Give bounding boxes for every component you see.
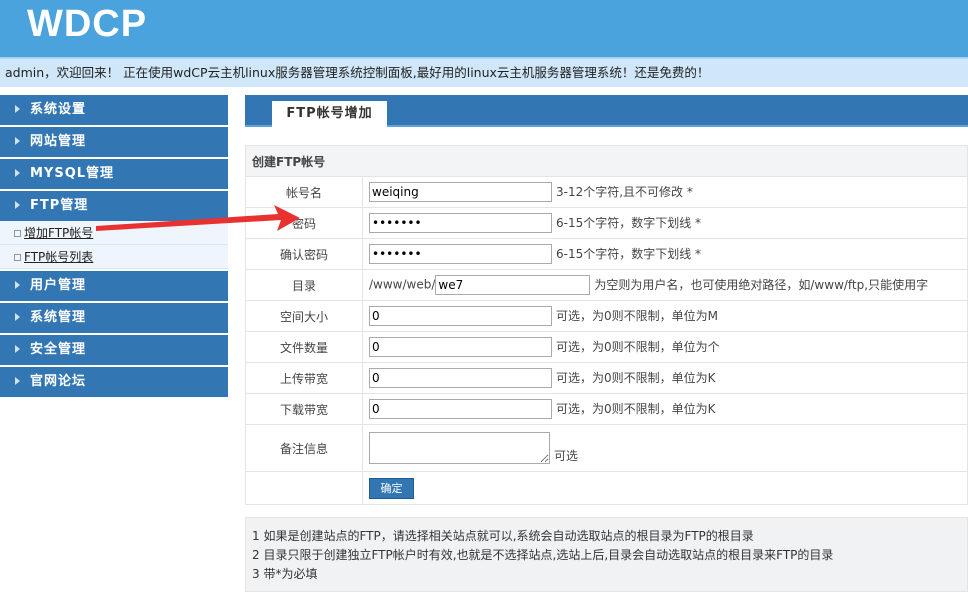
welcome-bar: admin，欢迎回来！ 正在使用wdCP云主机linux服务器管理系统控制面板,… xyxy=(0,57,968,87)
quota-hint: 可选，为0则不限制，单位为M xyxy=(556,308,718,323)
section-title: 创建FTP帐号 xyxy=(245,145,968,177)
submenu-ftp-list[interactable]: FTP帐号列表 xyxy=(0,245,228,269)
directory-input[interactable] xyxy=(435,275,591,295)
ftp-form: 创建FTP帐号 帐号名 3-12个字符,且不可修改 * 密码 6-15个字符，数字下… xyxy=(245,145,968,505)
submenu-add-ftp-link[interactable]: 增加FTP帐号 xyxy=(24,226,93,240)
submenu-add-ftp[interactable]: 增加FTP帐号 xyxy=(0,221,228,245)
menu-system-management[interactable]: 系统管理 xyxy=(0,303,228,333)
label-download-bandwidth: 下载带宽 xyxy=(245,393,363,425)
note-2: 2 目录只限于创建独立FTP帐户时有效,也就是不选择站点,选站上后,目录会自动选… xyxy=(252,548,834,562)
menu-ftp-management[interactable]: FTP管理 xyxy=(0,191,228,221)
download-bandwidth-input[interactable] xyxy=(369,399,552,419)
sidebar: 系统设置 网站管理 MYSQL管理 FTP管理 增加FTP帐号 FTP帐号列表 … xyxy=(0,95,228,399)
submenu-ftp-list-link[interactable]: FTP帐号列表 xyxy=(24,250,93,264)
remark-hint: 可选 xyxy=(554,449,579,463)
empty-cell xyxy=(245,471,363,505)
directory-hint: 为空则为用户名，也可使用绝对路径，如/www/ftp,只能使用字 xyxy=(594,277,929,292)
confirm-password-hint: 6-15个字符，数字下划线 * xyxy=(556,246,702,261)
logo: WDCP xyxy=(27,3,148,45)
remark-textarea[interactable] xyxy=(369,432,550,464)
label-remark: 备注信息 xyxy=(245,424,363,472)
upload-bandwidth-hint: 可选，为0则不限制，单位为K xyxy=(556,370,716,385)
note-1: 1 如果是创建站点的FTP，请选择相关站点就可以,系统会自动选取站点的根目录为F… xyxy=(252,529,754,543)
username-input[interactable] xyxy=(369,182,552,202)
menu-site-management[interactable]: 网站管理 xyxy=(0,127,228,157)
quota-input[interactable] xyxy=(369,306,552,326)
notes-box: 1 如果是创建站点的FTP，请选择相关站点就可以,系统会自动选取站点的根目录为F… xyxy=(245,517,968,592)
password-hint: 6-15个字符，数字下划线 * xyxy=(556,215,702,230)
password-input[interactable] xyxy=(369,213,552,233)
menu-official-forum[interactable]: 官网论坛 xyxy=(0,367,228,397)
file-count-hint: 可选，为0则不限制，单位为个 xyxy=(556,339,720,354)
username-hint: 3-12个字符,且不可修改 * xyxy=(556,184,693,199)
label-confirm-password: 确认密码 xyxy=(245,238,363,270)
confirm-password-input[interactable] xyxy=(369,244,552,264)
label-file-count: 文件数量 xyxy=(245,331,363,363)
menu-security-management[interactable]: 安全管理 xyxy=(0,335,228,365)
label-directory: 目录 xyxy=(245,269,363,301)
label-username: 帐号名 xyxy=(245,176,363,208)
directory-prefix: /www/web/ xyxy=(369,277,436,292)
header: WDCP xyxy=(0,0,968,57)
label-password: 密码 xyxy=(245,207,363,239)
upload-bandwidth-input[interactable] xyxy=(369,368,552,388)
file-count-input[interactable] xyxy=(369,337,552,357)
label-upload-bandwidth: 上传带宽 xyxy=(245,362,363,394)
submit-button[interactable]: 确定 xyxy=(369,477,414,499)
label-quota: 空间大小 xyxy=(245,300,363,332)
tab-bar: FTP帐号增加 xyxy=(245,95,968,127)
menu-mysql-management[interactable]: MYSQL管理 xyxy=(0,159,228,189)
note-3: 3 带*为必填 xyxy=(252,567,318,581)
tab-ftp-add[interactable]: FTP帐号增加 xyxy=(272,101,387,127)
menu-system-settings[interactable]: 系统设置 xyxy=(0,95,228,125)
menu-user-management[interactable]: 用户管理 xyxy=(0,271,228,301)
download-bandwidth-hint: 可选，为0则不限制，单位为K xyxy=(556,401,716,416)
